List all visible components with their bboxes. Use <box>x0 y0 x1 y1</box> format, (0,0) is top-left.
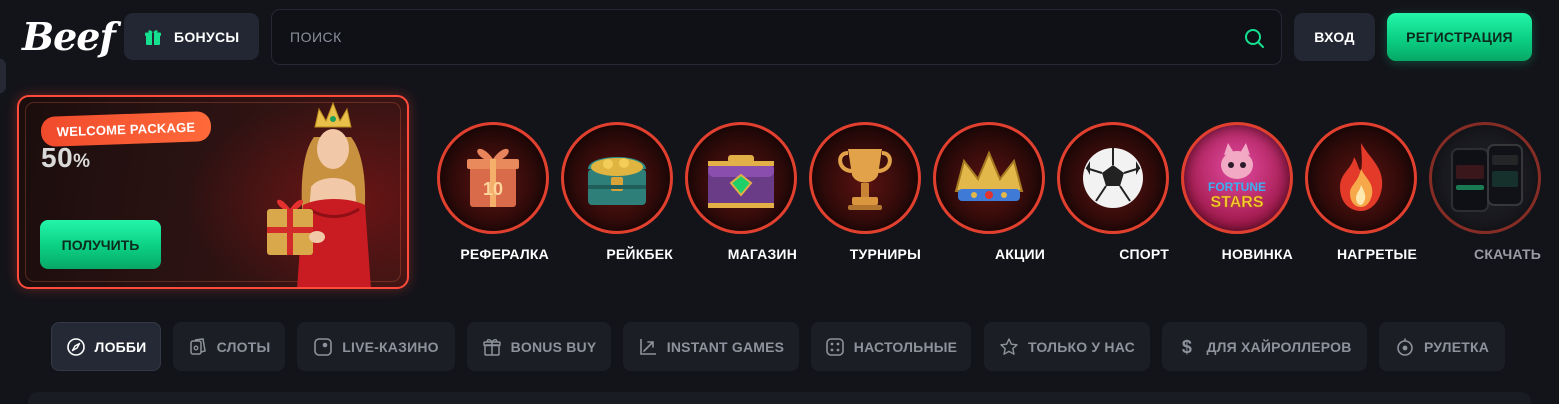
site-logo[interactable]: Beef <box>22 12 116 62</box>
tab-live-casino[interactable]: LIVE-КАЗИНО <box>297 322 455 371</box>
flame-icon <box>1340 143 1383 211</box>
tab-exclusive-label: ТОЛЬКО У НАС <box>1028 338 1135 355</box>
tab-exclusive[interactable]: ТОЛЬКО У НАС <box>984 322 1150 371</box>
soccer-ball-icon <box>1083 148 1143 208</box>
shop-chest-icon <box>708 155 774 208</box>
gift-icon <box>482 338 501 356</box>
rakeback-label: РЕЙКБЕК <box>606 246 673 262</box>
quick-link-promotions[interactable]: АКЦИИ <box>933 122 1045 264</box>
roulette-icon <box>1397 338 1413 356</box>
treasure-chest-icon <box>588 157 646 205</box>
svg-text:$: $ <box>1182 337 1192 357</box>
quick-link-tournaments[interactable]: ТУРНИРЫ <box>809 122 921 264</box>
new-circle: FORTUNE STARS <box>1181 122 1293 234</box>
promo-percent-value: 50 <box>41 142 74 173</box>
compass-icon <box>66 337 85 356</box>
promotions-label: АКЦИИ <box>994 246 1045 262</box>
tab-table-games[interactable]: НАСТОЛЬНЫЕ <box>811 322 971 371</box>
tab-roulette-label: РУЛЕТКА <box>1423 338 1490 355</box>
svg-text:10: 10 <box>483 179 503 199</box>
tab-table-games-label: НАСТОЛЬНЫЕ <box>853 338 958 355</box>
gift-box-icon: 10 <box>467 148 519 207</box>
content-panel-top-edge <box>28 392 1531 404</box>
dice-icon <box>825 337 844 356</box>
quick-link-rakeback[interactable]: РЕЙКБЕК <box>561 122 673 264</box>
new-label: НОВИНКА <box>1221 246 1293 262</box>
tab-slots-label: СЛОТЫ <box>216 338 271 355</box>
promo-percent-sign: % <box>73 151 91 172</box>
search-icon[interactable] <box>1243 27 1265 49</box>
tab-instant-games[interactable]: INSTANT GAMES <box>623 322 799 371</box>
gift-icon <box>145 29 161 45</box>
rakeback-circle <box>561 122 673 234</box>
search-bar <box>271 9 1282 65</box>
tab-lobby[interactable]: ЛОББИ <box>51 322 161 371</box>
quick-link-new[interactable]: FORTUNE STARS НОВИНКА <box>1181 122 1293 264</box>
tab-bonus-buy-label: BONUS BUY <box>510 338 597 355</box>
phone-app-icon <box>1451 144 1523 212</box>
bonuses-button[interactable]: БОНУСЫ <box>124 13 259 60</box>
tab-live-casino-label: LIVE-КАЗИНО <box>342 338 439 355</box>
hot-label: НАГРЕТЫЕ <box>1336 246 1417 262</box>
shop-label: МАГАЗИН <box>727 246 797 262</box>
page: Beef БОНУСЫ ВХОД РЕГИСТРАЦИЯ <box>0 0 1559 404</box>
search-input[interactable] <box>290 10 1190 64</box>
login-button[interactable]: ВХОД <box>1294 13 1375 61</box>
register-button[interactable]: РЕГИСТРАЦИЯ <box>1387 13 1532 61</box>
bonuses-label: БОНУСЫ <box>174 28 240 45</box>
tab-instant-games-label: INSTANT GAMES <box>666 338 785 355</box>
quick-link-sport[interactable]: СПОРТ <box>1057 122 1169 264</box>
tournaments-circle <box>809 122 921 234</box>
promo-queen-illustration <box>267 101 371 287</box>
tab-high-rollers[interactable]: $ ДЛЯ ХАЙРОЛЛЕРОВ <box>1162 322 1367 371</box>
fortune-art-text: FORTUNE <box>1208 180 1266 194</box>
tab-bonus-buy[interactable]: BONUS BUY <box>467 322 611 371</box>
sport-circle <box>1057 122 1169 234</box>
fortune-stars-icon: FORTUNE STARS <box>1208 143 1266 211</box>
live-icon <box>314 337 333 356</box>
tournaments-label: ТУРНИРЫ <box>849 246 921 262</box>
tab-slots[interactable]: СЛОТЫ <box>173 322 285 371</box>
cards-icon <box>189 337 206 355</box>
tab-lobby-label: ЛОББИ <box>94 338 147 355</box>
star-icon <box>1000 337 1018 355</box>
sport-label: СПОРТ <box>1119 246 1169 262</box>
welcome-promo-banner[interactable]: WELCOME PACKAGE 50% ПОЛУЧИТЬ <box>17 95 409 289</box>
tab-high-rollers-label: ДЛЯ ХАЙРОЛЛЕРОВ <box>1206 338 1352 355</box>
referral-circle: 10 <box>437 122 549 234</box>
shop-circle <box>685 122 797 234</box>
dollar-icon: $ <box>1182 337 1192 357</box>
promo-percent: 50% <box>41 142 91 174</box>
chart-arrow-icon <box>639 338 656 355</box>
hot-circle <box>1305 122 1417 234</box>
promotions-circle <box>933 122 1045 234</box>
side-drawer-handle[interactable] <box>0 58 6 94</box>
quick-link-download[interactable]: СКАЧАТЬ <box>1429 122 1541 264</box>
stars-art-text: STARS <box>1210 194 1263 211</box>
crown-icon <box>954 150 1024 201</box>
quick-link-hot[interactable]: НАГРЕТЫЕ <box>1305 122 1417 264</box>
tab-roulette[interactable]: РУЛЕТКА <box>1379 322 1505 371</box>
download-label: СКАЧАТЬ <box>1474 246 1541 262</box>
download-circle <box>1429 122 1541 234</box>
trophy-icon <box>838 149 892 210</box>
referral-label: РЕФЕРАЛКА <box>460 246 549 262</box>
quick-link-shop[interactable]: МАГАЗИН <box>685 122 797 264</box>
get-bonus-button[interactable]: ПОЛУЧИТЬ <box>40 220 161 269</box>
quick-link-referral[interactable]: 10 РЕФЕРАЛКА <box>437 122 549 264</box>
